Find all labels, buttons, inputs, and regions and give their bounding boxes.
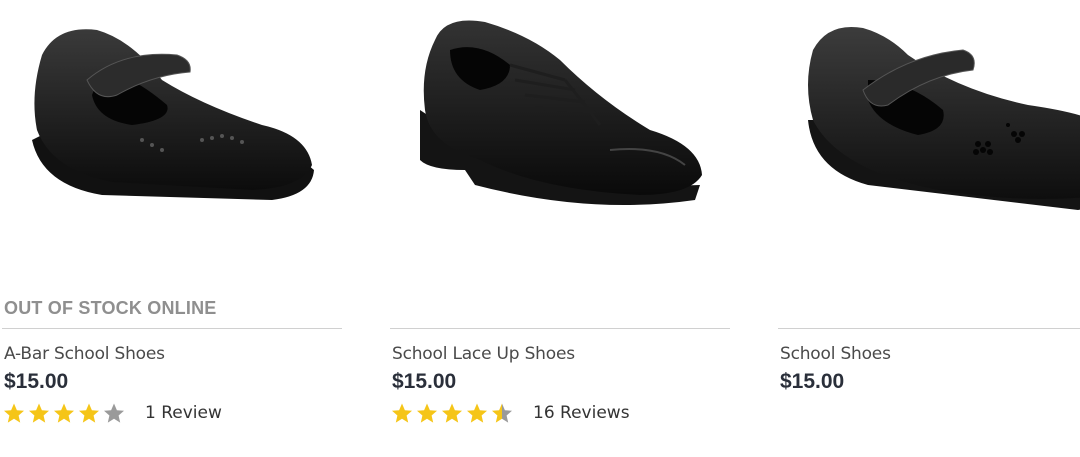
product-name[interactable]: A-Bar School Shoes [4, 344, 165, 364]
star-icon [467, 403, 487, 423]
product-grid: OUT OF STOCK ONLINE A-Bar School Shoes $… [0, 0, 1080, 457]
product-rating[interactable]: 1 Review [2, 401, 222, 425]
lace-up-shoe-image [420, 20, 702, 205]
star-icon [442, 403, 462, 423]
review-count[interactable]: 16 Reviews [533, 403, 630, 423]
mary-jane-shoe-image [32, 29, 314, 200]
stock-status: OUT OF STOCK ONLINE [4, 298, 217, 318]
card-divider [390, 328, 730, 329]
star-icon [29, 403, 49, 423]
card-divider [778, 328, 1080, 329]
star-icon [492, 403, 512, 423]
product-card[interactable]: School Lace Up Shoes $15.00 16 Reviews [390, 0, 730, 457]
card-divider [2, 328, 342, 329]
product-card[interactable]: School Shoes $15.00 [778, 0, 1080, 457]
product-name[interactable]: School Lace Up Shoes [392, 344, 575, 364]
star-rating [2, 402, 127, 424]
t-bar-shoe-image [808, 27, 1080, 210]
product-price: $15.00 [780, 370, 845, 393]
star-icon [417, 403, 437, 423]
product-price: $15.00 [392, 370, 457, 393]
product-rating[interactable]: 16 Reviews [390, 401, 630, 425]
product-image[interactable] [2, 10, 342, 230]
star-icon [104, 403, 124, 423]
product-image[interactable] [778, 10, 1080, 230]
star-icon [4, 403, 24, 423]
review-count[interactable]: 1 Review [145, 403, 222, 423]
star-rating [390, 402, 515, 424]
star-icon [79, 403, 99, 423]
product-card[interactable]: OUT OF STOCK ONLINE A-Bar School Shoes $… [2, 0, 342, 457]
product-name[interactable]: School Shoes [780, 344, 891, 364]
product-price: $15.00 [4, 370, 69, 393]
star-icon [54, 403, 74, 423]
product-image[interactable] [390, 10, 730, 230]
star-icon [392, 403, 412, 423]
